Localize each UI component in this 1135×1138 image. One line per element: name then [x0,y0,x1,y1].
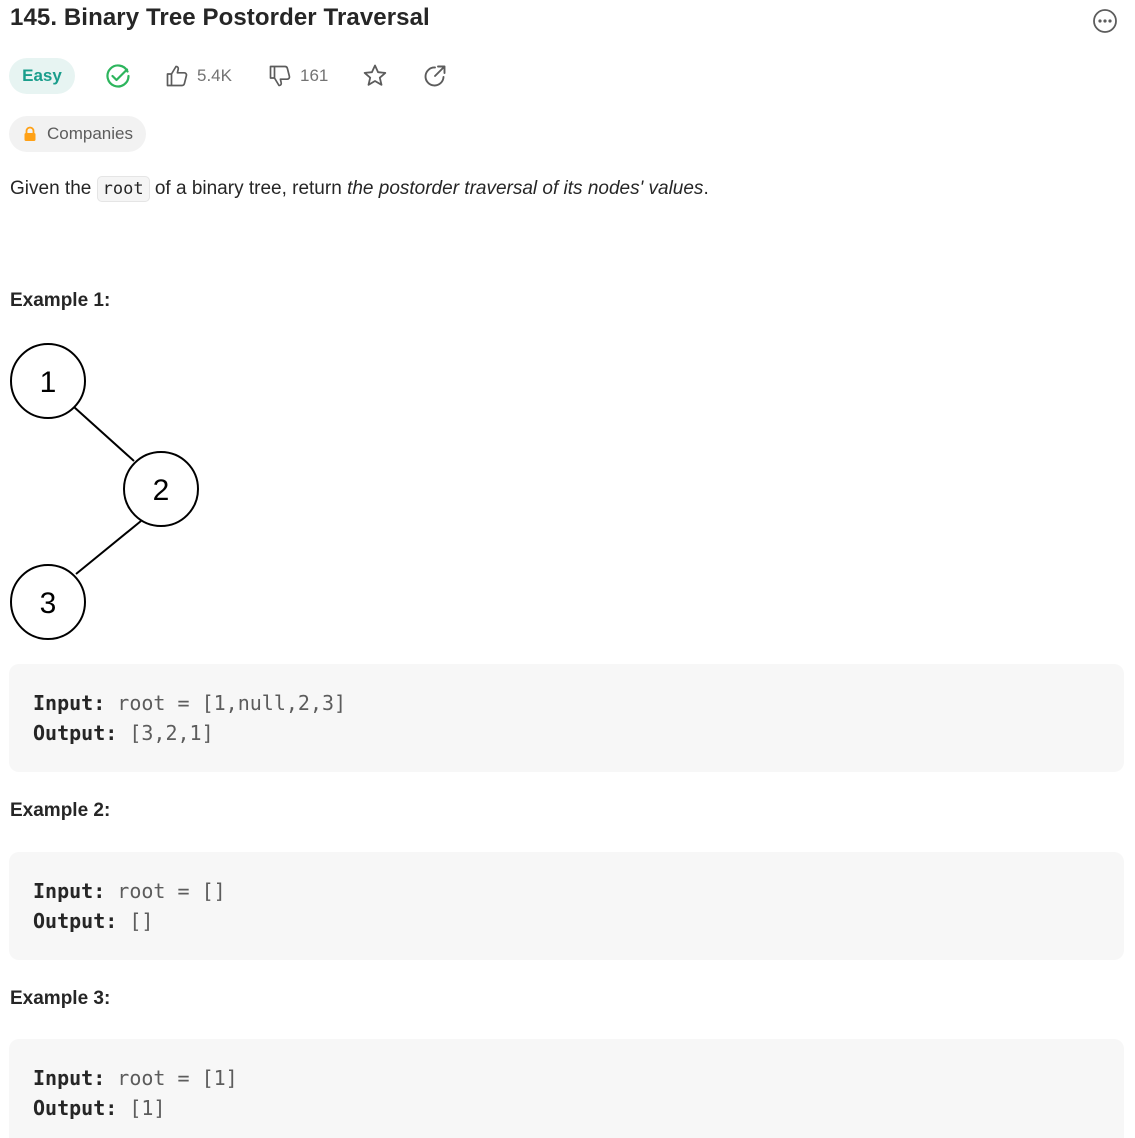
output-label: Output: [33,909,118,933]
like-count: 5.4K [197,66,232,85]
description-code: root [96,176,150,202]
problem-title: 145. Binary Tree Postorder Traversal [10,4,430,31]
tree-edge [75,520,142,575]
problem-description: Given the root of a binary tree, return … [10,176,709,202]
thumbs-down-icon [269,65,291,87]
input-label: Input: [33,879,106,903]
output-label: Output: [33,1096,118,1120]
input-value: root = [1] [117,1066,238,1090]
dislike-button[interactable]: 161 [268,64,328,88]
star-icon[interactable] [362,63,388,89]
example-3-heading: Example 3: [10,988,111,1009]
companies-tag[interactable]: Companies [9,116,146,152]
more-options-icon[interactable] [1092,8,1118,34]
description-italic: the postorder traversal of its nodes' va… [347,178,704,199]
output-value: [3,2,1] [129,721,214,745]
input-label: Input: [33,691,106,715]
tree-edge [73,406,135,462]
solved-check-icon [106,64,130,88]
description-prefix: Given the [10,178,92,199]
output-value: [1] [129,1096,166,1120]
example-1-box: Input: root = [1,null,2,3] Output: [3,2,… [9,664,1124,772]
binary-tree-diagram: 1 2 3 [10,343,199,640]
companies-label: Companies [47,124,133,143]
example-2-box: Input: root = [] Output: [] [9,852,1124,960]
tree-node-label: 3 [40,587,57,620]
tree-node-label: 1 [40,366,57,399]
example-2-heading: Example 2: [10,800,111,821]
input-label: Input: [33,1066,106,1090]
difficulty-badge: Easy [9,58,75,94]
input-value: root = [] [117,879,226,903]
output-value: [] [129,909,154,933]
lock-icon [24,126,36,141]
dislike-count: 161 [299,66,329,85]
output-label: Output: [33,721,118,745]
like-button[interactable]: 5.4K [165,64,232,88]
problem-meta-row: Easy 5.4K 161 [9,58,448,94]
description-suffix: . [703,178,709,199]
tree-node-label: 2 [153,474,170,507]
share-icon[interactable] [422,63,448,89]
thumbs-up-icon [166,65,188,87]
description-middle: of a binary tree, return [154,178,342,199]
input-value: root = [1,null,2,3] [117,691,347,715]
example-3-box: Input: root = [1] Output: [1] [9,1039,1124,1138]
example-1-heading: Example 1: [10,290,111,311]
